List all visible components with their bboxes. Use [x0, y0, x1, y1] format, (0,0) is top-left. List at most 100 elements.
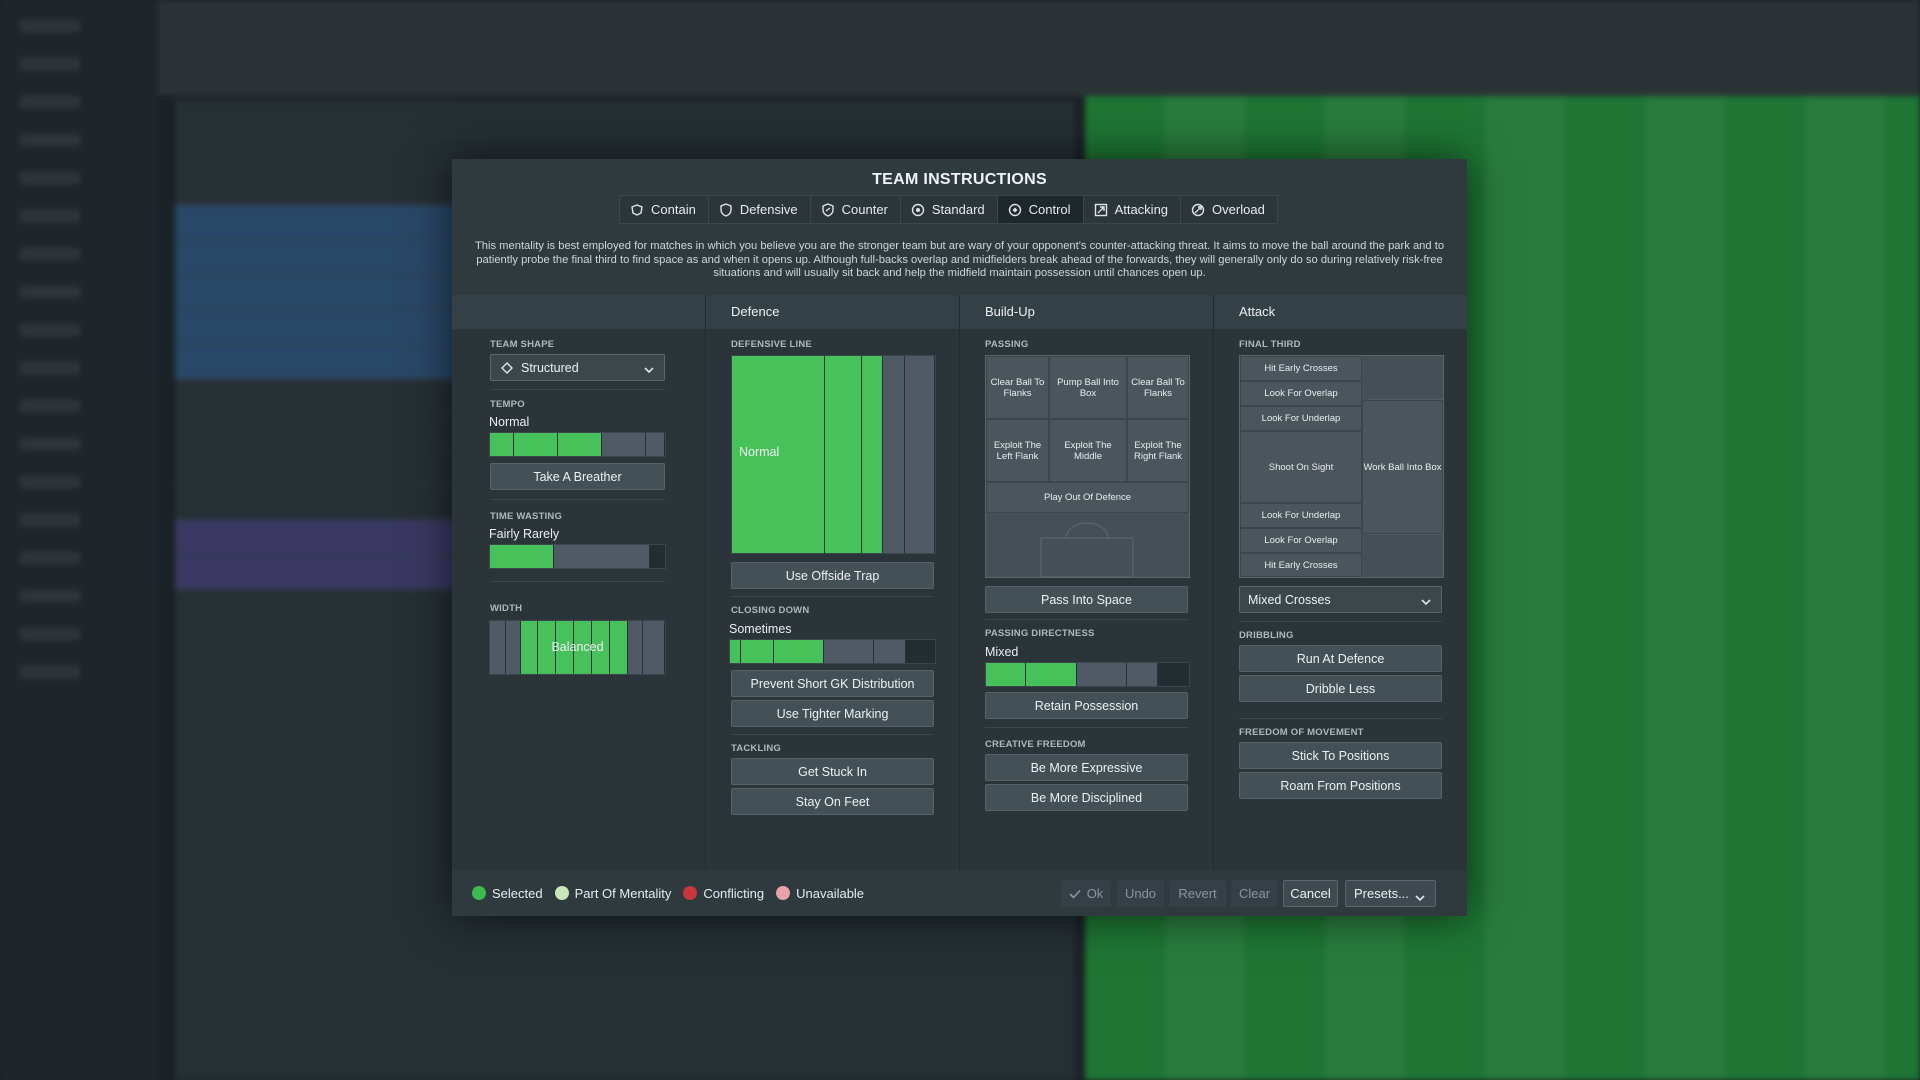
clear-button[interactable]: Clear	[1231, 880, 1278, 907]
buildup-header: Build-Up	[960, 295, 1213, 329]
closing-down-label: CLOSING DOWN	[731, 605, 810, 616]
look-for-underlap-top[interactable]: Look For Underlap	[1240, 406, 1362, 431]
revert-button[interactable]: Revert	[1169, 880, 1226, 907]
prevent-short-gk-distribution-button[interactable]: Prevent Short GK Distribution	[731, 670, 934, 697]
control-icon	[1008, 203, 1022, 217]
tab-label: Contain	[651, 202, 696, 217]
final-third-pitch-grid: Hit Early Crosses Look For Overlap Look …	[1239, 355, 1444, 578]
shoot-on-sight[interactable]: Shoot On Sight	[1240, 431, 1362, 503]
attack-header: Attack	[1214, 295, 1467, 329]
chevron-down-icon	[1415, 890, 1425, 905]
work-ball-into-box[interactable]: Work Ball Into Box	[1362, 400, 1443, 534]
closing-down-slider[interactable]	[729, 639, 936, 664]
cancel-button[interactable]: Cancel	[1283, 880, 1338, 907]
tab-label: Control	[1028, 202, 1071, 217]
crossing-dropdown[interactable]: Mixed Crosses	[1239, 586, 1442, 613]
look-for-overlap-top[interactable]: Look For Overlap	[1240, 381, 1362, 406]
chevron-down-icon	[644, 363, 654, 377]
defence-column: Defence DEFENSIVE LINE Normal Use Offsid…	[706, 295, 960, 870]
run-at-defence-button[interactable]: Run At Defence	[1239, 645, 1442, 672]
clear-ball-to-flanks-left[interactable]: Clear Ball To Flanks	[986, 356, 1049, 419]
passing-label: PASSING	[985, 339, 1029, 350]
attacking-icon	[1094, 203, 1108, 217]
dialog-footer: Selected Part Of Mentality Conflicting U…	[452, 870, 1467, 916]
be-more-expressive-button[interactable]: Be More Expressive	[985, 754, 1188, 781]
general-column: TEAM SHAPE Structured TEMPO Normal Take …	[452, 295, 706, 870]
passing-directness-label: PASSING DIRECTNESS	[985, 628, 1095, 639]
tab-defensive[interactable]: Defensive	[709, 196, 811, 223]
undo-button[interactable]: Undo	[1117, 880, 1164, 907]
roam-from-positions-button[interactable]: Roam From Positions	[1239, 772, 1442, 799]
play-out-of-defence[interactable]: Play Out Of Defence	[986, 482, 1189, 513]
look-for-underlap-bottom[interactable]: Look For Underlap	[1240, 503, 1362, 528]
presets-label: Presets...	[1354, 886, 1409, 901]
dialog-header: TEAM INSTRUCTIONS Contain Defensive Coun…	[452, 159, 1467, 295]
passing-directness-value: Mixed	[985, 645, 1019, 659]
chevron-down-icon	[1421, 595, 1431, 609]
dribbling-label: DRIBBLING	[1239, 630, 1294, 641]
background-topbar	[158, 0, 1920, 96]
tab-contain[interactable]: Contain	[620, 196, 709, 223]
legend: Selected Part Of Mentality Conflicting U…	[460, 870, 864, 916]
hit-early-crosses-bottom[interactable]: Hit Early Crosses	[1240, 553, 1362, 577]
unavailable-legend-dot	[776, 886, 791, 900]
width-label: WIDTH	[490, 603, 523, 614]
defensive-line-value: Normal	[739, 445, 780, 459]
hit-early-crosses-top[interactable]: Hit Early Crosses	[1240, 356, 1362, 381]
take-a-breather-button[interactable]: Take A Breather	[490, 463, 665, 490]
tackling-label: TACKLING	[731, 743, 781, 754]
tab-counter[interactable]: Counter	[811, 196, 901, 223]
creative-freedom-label: CREATIVE FREEDOM	[985, 739, 1086, 750]
time-wasting-label: TIME WASTING	[490, 511, 563, 522]
use-tighter-marking-button[interactable]: Use Tighter Marking	[731, 700, 934, 727]
tab-label: Defensive	[739, 202, 798, 217]
tab-label: Overload	[1212, 202, 1265, 217]
defence-header: Defence	[706, 295, 959, 329]
passing-pitch-grid: Clear Ball To Flanks Pump Ball Into Box …	[985, 355, 1190, 578]
team-shape-dropdown[interactable]: Structured	[490, 354, 665, 381]
tab-label: Counter	[841, 202, 888, 217]
tempo-slider[interactable]	[489, 432, 666, 457]
check-icon	[1069, 889, 1081, 899]
exploit-the-right-flank[interactable]: Exploit The Right Flank	[1127, 419, 1189, 482]
shield-icon	[719, 202, 733, 217]
exploit-the-left-flank[interactable]: Exploit The Left Flank	[986, 419, 1049, 482]
team-instructions-dialog: TEAM INSTRUCTIONS Contain Defensive Coun…	[452, 159, 1467, 916]
use-offside-trap-button[interactable]: Use Offside Trap	[731, 562, 934, 589]
passing-directness-slider[interactable]	[985, 662, 1190, 687]
buildup-column: Build-Up PASSING Clear Ball To Flanks Pu…	[960, 295, 1214, 870]
final-third-label: FINAL THIRD	[1239, 339, 1301, 350]
presets-dropdown[interactable]: Presets...	[1345, 880, 1436, 907]
dialog-title: TEAM INSTRUCTIONS	[872, 171, 1047, 188]
closing-down-value: Sometimes	[729, 622, 792, 636]
mentality-tabs: Contain Defensive Counter Standard Contr…	[619, 195, 1278, 224]
contain-icon	[630, 203, 644, 217]
look-for-overlap-bottom[interactable]: Look For Overlap	[1240, 528, 1362, 553]
selected-legend-dot	[472, 886, 486, 900]
tab-standard[interactable]: Standard	[901, 196, 998, 223]
be-more-disciplined-button[interactable]: Be More Disciplined	[985, 784, 1188, 811]
standard-icon	[911, 203, 925, 217]
pass-into-space-button[interactable]: Pass Into Space	[985, 586, 1188, 613]
tab-control[interactable]: Control	[997, 196, 1084, 223]
tab-overload[interactable]: Overload	[1181, 196, 1277, 223]
team-shape-value: Structured	[521, 360, 579, 375]
dribble-less-button[interactable]: Dribble Less	[1239, 675, 1442, 702]
legend-part-of-mentality: Part Of Mentality	[574, 885, 672, 901]
legend-conflicting: Conflicting	[703, 885, 765, 901]
retain-possession-button[interactable]: Retain Possession	[985, 692, 1188, 719]
get-stuck-in-button[interactable]: Get Stuck In	[731, 758, 934, 785]
tab-label: Standard	[931, 202, 985, 217]
time-wasting-slider[interactable]	[489, 544, 666, 569]
clear-ball-to-flanks-right[interactable]: Clear Ball To Flanks	[1127, 356, 1189, 419]
tempo-label: TEMPO	[490, 399, 525, 410]
tab-attacking[interactable]: Attacking	[1084, 196, 1182, 223]
diamond-icon	[501, 361, 513, 374]
stick-to-positions-button[interactable]: Stick To Positions	[1239, 742, 1442, 769]
stay-on-feet-button[interactable]: Stay On Feet	[731, 788, 934, 815]
ok-button[interactable]: Ok	[1061, 880, 1111, 907]
tab-label: Attacking	[1114, 202, 1169, 217]
exploit-the-middle[interactable]: Exploit The Middle	[1049, 419, 1127, 482]
pump-ball-into-box[interactable]: Pump Ball Into Box	[1049, 356, 1127, 419]
overload-icon	[1191, 203, 1205, 217]
